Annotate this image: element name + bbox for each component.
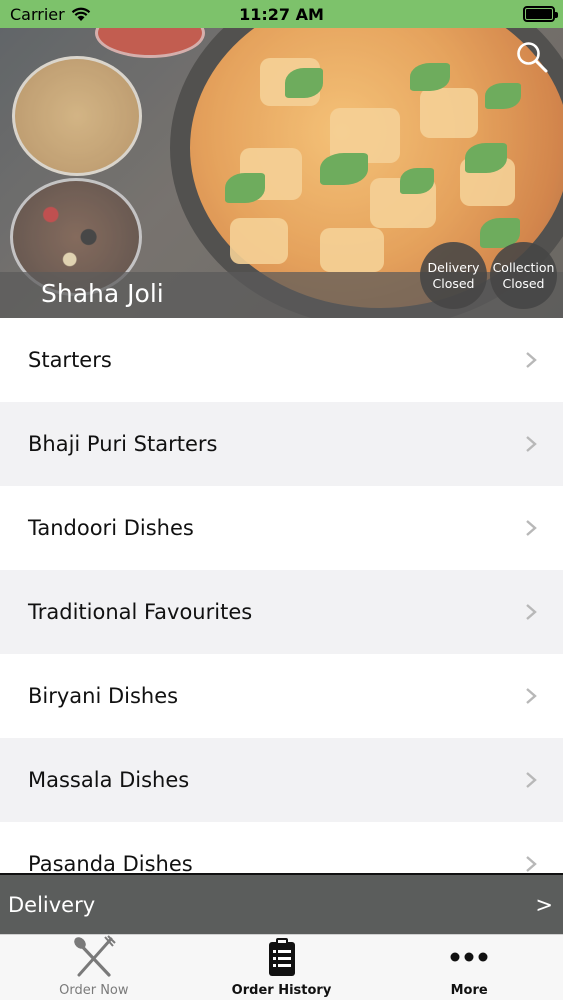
menu-item-biryani-dishes[interactable]: Biryani Dishes xyxy=(0,654,563,738)
menu-item-label: Bhaji Puri Starters xyxy=(28,432,218,456)
chevron-right-icon xyxy=(526,352,537,368)
fork-knife-icon xyxy=(74,935,116,977)
menu-item-starters[interactable]: Starters xyxy=(0,318,563,402)
status-time: 11:27 AM xyxy=(239,5,324,24)
chevron-right-icon xyxy=(526,520,537,536)
tab-order-history[interactable]: Order History xyxy=(188,935,376,1000)
menu-item-label: Starters xyxy=(28,348,112,372)
tab-label: Order Now xyxy=(59,983,129,998)
chevron-right-icon xyxy=(526,856,537,872)
chevron-right-icon xyxy=(526,772,537,788)
menu-item-bhaji-puri-starters[interactable]: Bhaji Puri Starters xyxy=(0,402,563,486)
menu-item-pasanda-dishes[interactable]: Pasanda Dishes xyxy=(0,822,563,874)
menu-item-massala-dishes[interactable]: Massala Dishes xyxy=(0,738,563,822)
search-icon[interactable] xyxy=(515,40,549,74)
tab-label: More xyxy=(450,983,488,998)
tab-order-now[interactable]: Order Now xyxy=(0,935,188,1000)
delivery-status-line1: Delivery xyxy=(427,259,480,275)
collection-status-line1: Collection xyxy=(492,259,555,275)
chevron-right-icon xyxy=(526,604,537,620)
menu-item-label: Biryani Dishes xyxy=(28,684,179,708)
menu-category-list: Starters Bhaji Puri Starters Tandoori Di… xyxy=(0,318,563,874)
collection-status-line2: Closed xyxy=(502,275,545,291)
menu-item-label: Traditional Favourites xyxy=(28,600,253,624)
delivery-arrow-icon: > xyxy=(535,892,553,917)
delivery-status-line2: Closed xyxy=(432,275,475,291)
delivery-status-badge: Delivery Closed xyxy=(420,242,487,309)
chevron-right-icon xyxy=(526,436,537,452)
menu-item-label: Massala Dishes xyxy=(28,768,190,792)
clipboard-list-icon xyxy=(268,938,295,976)
status-bar: Carrier 11:27 AM xyxy=(0,0,563,28)
delivery-mode-bar[interactable]: Delivery > xyxy=(0,873,563,934)
more-dots-icon xyxy=(450,952,488,962)
battery-icon xyxy=(523,6,558,22)
restaurant-name: Shaha Joli xyxy=(41,279,164,308)
menu-item-traditional-favourites[interactable]: Traditional Favourites xyxy=(0,570,563,654)
chevron-right-icon xyxy=(526,688,537,704)
tab-label: Order History xyxy=(231,983,332,998)
collection-status-badge: Collection Closed xyxy=(490,242,557,309)
tab-more[interactable]: More xyxy=(375,935,563,1000)
tab-bar: Order Now Order History More xyxy=(0,934,563,1000)
delivery-mode-label: Delivery xyxy=(8,892,96,917)
hero-banner: Shaha Joli Delivery Closed Collection Cl… xyxy=(0,28,563,318)
menu-item-label: Pasanda Dishes xyxy=(28,852,193,874)
menu-item-label: Tandoori Dishes xyxy=(28,516,194,540)
menu-item-tandoori-dishes[interactable]: Tandoori Dishes xyxy=(0,486,563,570)
